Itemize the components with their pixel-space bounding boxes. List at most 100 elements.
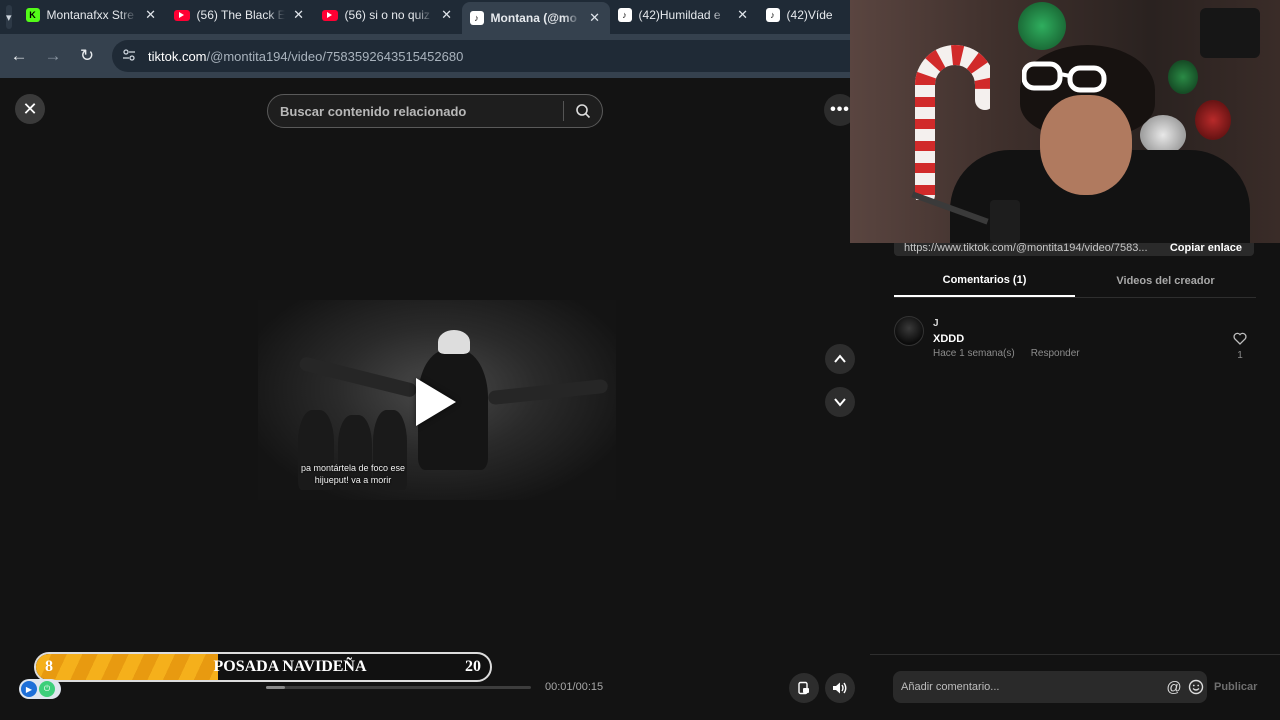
- more-icon: •••: [830, 101, 850, 118]
- video-arm: [487, 378, 609, 406]
- tiktok-icon: ♪: [469, 11, 484, 25]
- volume-button[interactable]: [825, 673, 855, 703]
- browser-tab[interactable]: (56) The Black Ey ✕: [166, 0, 314, 30]
- youtube-icon: [321, 9, 338, 21]
- glasses-icon: [1022, 61, 1107, 93]
- comment-like-count: 1: [1237, 350, 1243, 361]
- tiktok-icon: ♪: [765, 8, 780, 22]
- webcam-ornament: [1195, 100, 1231, 140]
- overlay-badges: ▶ ⏻: [19, 679, 61, 699]
- publish-button[interactable]: Publicar: [1214, 681, 1257, 693]
- comment-item: J XDDD Hace 1 semana(s) Responder 1: [894, 316, 1256, 366]
- emoji-icon[interactable]: [1185, 679, 1207, 695]
- webcam-ornament: [1168, 60, 1198, 94]
- browser-tab-bar: ▾ K Montanafxx Stre ✕ (56) The Black Ey ✕ (56…: [0, 0, 850, 34]
- reload-icon: ↻: [79, 46, 95, 65]
- comment-input-box: @: [893, 671, 1207, 703]
- close-tab-icon[interactable]: ✕: [292, 7, 306, 23]
- video-player[interactable]: pa montártela de foco ese hijueput! va a…: [258, 300, 616, 500]
- tab-creator-videos[interactable]: Videos del creador: [1075, 264, 1256, 297]
- webcam-ornament: [1018, 2, 1066, 50]
- chevron-down-icon: ▾: [6, 11, 12, 24]
- video-progress-fill: [266, 686, 285, 689]
- comment-username[interactable]: J: [933, 318, 939, 329]
- comment-meta: Hace 1 semana(s) Responder: [933, 348, 1080, 359]
- browser-tab[interactable]: (56) si o no quiz ✕: [314, 0, 462, 30]
- volume-icon: [833, 682, 847, 694]
- address-bar: ← → ↻ tiktok.com/@montita194/video/75835…: [0, 34, 850, 78]
- panel-tabs: Comentarios (1) Videos del creador: [894, 264, 1256, 298]
- close-tab-icon[interactable]: ✕: [144, 7, 158, 23]
- mention-icon[interactable]: @: [1163, 679, 1185, 696]
- tab-title: Montana (@mo: [490, 11, 577, 25]
- reload-button[interactable]: ↻: [72, 41, 102, 71]
- chevron-up-icon: [834, 354, 846, 363]
- share-link-url[interactable]: https://www.tiktok.com/@montita194/video…: [904, 242, 1170, 254]
- close-tab-icon[interactable]: ✕: [736, 7, 750, 23]
- reply-button[interactable]: Responder: [1031, 348, 1080, 359]
- url-field[interactable]: tiktok.com/@montita194/video/75835926435…: [112, 40, 850, 72]
- event-progress-bar: 8 POSADA NAVIDEÑA 20: [34, 652, 492, 682]
- video-progress-bar[interactable]: [266, 686, 531, 689]
- search-button[interactable]: [564, 95, 602, 127]
- video-subtitle-line: pa montártela de foco ese: [300, 463, 406, 473]
- tab-comments[interactable]: Comentarios (1): [894, 264, 1075, 297]
- forward-button[interactable]: →: [38, 41, 68, 71]
- url-path: /@montita194/video/7583592643515452680: [206, 48, 464, 64]
- browser-tab[interactable]: ♪ (42)Humildad e ✕: [610, 0, 758, 30]
- copy-link-button[interactable]: Copiar enlace: [1170, 242, 1254, 254]
- comment-text: XDDD: [933, 333, 965, 345]
- video-arm: [298, 355, 418, 399]
- webcam-person-face: [1040, 95, 1132, 195]
- tabs-container: K Montanafxx Stre ✕ (56) The Black Ey ✕ (56) …: [18, 0, 906, 34]
- webcam-overlay: [850, 0, 1280, 243]
- heart-icon: [1233, 332, 1247, 345]
- back-arrow-icon: ←: [10, 46, 28, 65]
- back-button[interactable]: ←: [4, 41, 34, 71]
- event-current-value: 8: [45, 658, 53, 675]
- previous-video-button[interactable]: [825, 344, 855, 374]
- power-badge-icon: ⏻: [39, 681, 55, 697]
- close-icon: ✕: [22, 98, 38, 119]
- webcam-speaker: [1200, 8, 1260, 58]
- close-video-button[interactable]: ✕: [15, 94, 45, 124]
- close-tab-icon[interactable]: ✕: [588, 10, 602, 26]
- tab-title: (56) The Black Ey: [196, 8, 285, 22]
- video-subtitle-line: hijueput! va a morir: [314, 475, 392, 485]
- site-settings-icon[interactable]: [122, 48, 136, 65]
- tab-title: (42)Humildad e: [638, 8, 721, 22]
- miniplayer-icon: [798, 681, 809, 695]
- avatar[interactable]: [894, 316, 924, 346]
- video-time: 00:01/00:15: [545, 681, 604, 693]
- comments-panel: https://www.tiktok.com/@montita194/video…: [870, 240, 1280, 720]
- play-badge-icon: ▶: [21, 681, 37, 697]
- url-host: tiktok.com: [148, 48, 207, 64]
- comment-input[interactable]: [901, 681, 1163, 693]
- play-icon[interactable]: [416, 378, 456, 426]
- close-tab-icon[interactable]: ✕: [440, 7, 454, 23]
- event-title: POSADA NAVIDEÑA: [213, 658, 367, 675]
- tab-search-button[interactable]: ▾: [6, 5, 12, 29]
- next-video-button[interactable]: [825, 387, 855, 417]
- tiktok-icon: ♪: [617, 8, 632, 22]
- related-search: [267, 94, 603, 128]
- tab-title: Montanafxx Stre: [46, 8, 134, 22]
- comment-time: Hace 1 semana(s): [933, 348, 1015, 359]
- screen: { "browser": { "tabs": [ {"title": "Mont…: [0, 0, 1280, 720]
- webcam-bottle: [990, 200, 1020, 243]
- browser-tab[interactable]: ♪ Montana (@mo ✕: [461, 2, 610, 34]
- floating-player-button[interactable]: [789, 673, 819, 703]
- forward-arrow-icon: →: [44, 46, 62, 65]
- kick-icon: K: [25, 8, 40, 22]
- like-comment-button[interactable]: [1232, 332, 1248, 350]
- video-viewer: ✕ ••• pa montártela de foco ese hijueput…: [0, 78, 870, 720]
- search-icon: [576, 104, 591, 119]
- video-cap: [438, 330, 470, 354]
- tab-title: (56) si o no quiz: [344, 8, 430, 22]
- browser-tab[interactable]: K Montanafxx Stre ✕: [18, 0, 166, 30]
- event-goal-value: 20: [465, 658, 481, 675]
- search-input[interactable]: [268, 103, 563, 119]
- comment-composer: @ Publicar: [870, 654, 1280, 720]
- youtube-icon: [173, 9, 190, 21]
- chevron-down-icon: [834, 398, 846, 407]
